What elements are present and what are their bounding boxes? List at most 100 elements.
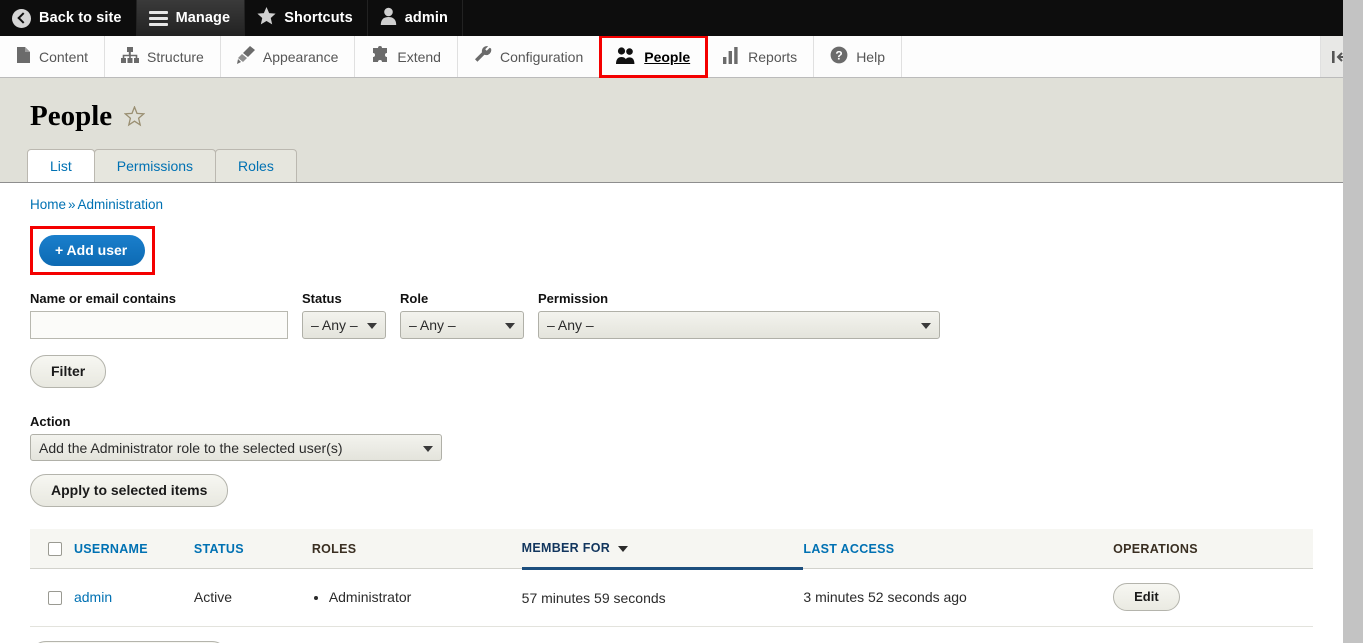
admin-bar-item-shortcuts[interactable]: Shortcuts <box>245 0 368 36</box>
menu-item-label: Configuration <box>499 48 584 65</box>
toolbar-spacer <box>902 36 1321 77</box>
apply-to-selected-items-button-top[interactable]: Apply to selected items <box>30 474 229 507</box>
wrench-icon <box>474 46 492 67</box>
column-operations: OPERATIONS <box>1113 529 1313 569</box>
cell-username: admin <box>73 568 194 627</box>
question-circle-icon: ? <box>830 46 848 67</box>
chevron-down-icon <box>921 323 931 329</box>
cell-operations: Edit <box>1113 568 1313 627</box>
menu-item-label: Reports <box>748 48 798 65</box>
breadcrumb-item-home[interactable]: Home <box>30 197 66 212</box>
status-label: Status <box>302 291 342 306</box>
back-arrow-icon <box>12 8 31 28</box>
column-label: OPERATIONS <box>1113 541 1198 556</box>
name-or-email-field: Name or email contains <box>30 291 288 339</box>
menu-item-appearance[interactable]: Appearance <box>221 36 356 77</box>
table-row: admin Active Administrator 57 minutes 59… <box>30 568 1313 627</box>
menu-item-label: Extend <box>397 48 441 65</box>
page-root: Back to site Manage Shortcuts admin Cont… <box>0 0 1343 643</box>
breadcrumb: Home» Administration <box>30 183 1313 212</box>
column-label: ROLES <box>311 541 357 556</box>
chevron-down-icon <box>367 323 377 329</box>
admin-bar-item-account[interactable]: admin <box>368 0 463 36</box>
permission-select-value: – Any – <box>547 317 594 333</box>
tab-permissions[interactable]: Permissions <box>93 148 217 182</box>
star-outline-icon[interactable] <box>124 106 146 127</box>
name-or-email-input[interactable] <box>30 311 288 339</box>
column-select-all <box>30 529 74 569</box>
menu-item-help[interactable]: ? Help <box>814 36 902 77</box>
select-all-checkbox[interactable] <box>48 541 62 556</box>
menu-item-content[interactable]: Content <box>0 36 106 77</box>
page-title-row: People <box>0 78 1343 149</box>
column-username[interactable]: USERNAME <box>73 529 194 569</box>
filter-button[interactable]: Filter <box>30 355 107 388</box>
name-or-email-label: Name or email contains <box>30 291 176 306</box>
column-status[interactable]: STATUS <box>193 529 312 569</box>
status-select[interactable]: – Any – <box>302 311 386 339</box>
admin-bar-item-back-to-site[interactable]: Back to site <box>0 0 137 36</box>
sort-descending-icon <box>617 545 628 552</box>
users-table: USERNAME STATUS ROLES MEMBER FOR LAST AC… <box>30 529 1313 627</box>
bulk-action-value: Add the Administrator role to the select… <box>39 439 343 456</box>
role-select[interactable]: – Any – <box>400 311 524 339</box>
page-header-zone: People List Permissions Roles <box>0 78 1343 183</box>
column-last-access[interactable]: LAST ACCESS <box>803 529 1114 569</box>
username-link[interactable]: admin <box>74 589 112 605</box>
tab-list[interactable]: List <box>27 148 95 182</box>
collapse-sidebar-icon[interactable] <box>1321 36 1343 77</box>
breadcrumb-item-administration[interactable]: Administration <box>78 197 164 212</box>
row-checkbox[interactable] <box>48 591 62 606</box>
filter-form: Name or email contains Status – Any – Ro… <box>30 291 1313 339</box>
cell-last-access: 3 minutes 52 seconds ago <box>803 568 1114 627</box>
admin-bar-label: Shortcuts <box>284 10 353 26</box>
menu-item-label: Appearance <box>262 48 339 65</box>
menu-item-label: People <box>644 48 691 65</box>
people-icon <box>616 46 636 67</box>
svg-text:?: ? <box>836 49 843 63</box>
edit-button[interactable]: Edit <box>1113 583 1180 611</box>
cell-roles: Administrator <box>311 568 522 627</box>
tab-label: Roles <box>238 157 274 174</box>
tab-label: Permissions <box>116 157 194 174</box>
users-table-head: USERNAME STATUS ROLES MEMBER FOR LAST AC… <box>30 529 1313 570</box>
status-field: Status – Any – <box>302 291 386 339</box>
cell-member-for: 57 minutes 59 seconds <box>521 568 804 627</box>
roles-list: Administrator <box>312 589 522 606</box>
list-item: Administrator <box>329 589 522 606</box>
bulk-action-select[interactable]: Add the Administrator role to the select… <box>30 434 442 461</box>
column-label: MEMBER FOR <box>521 541 611 555</box>
permission-select[interactable]: – Any – <box>538 311 940 339</box>
admin-bar-label: admin <box>404 10 448 26</box>
role-field: Role – Any – <box>400 291 524 339</box>
admin-bar-item-manage[interactable]: Manage <box>136 0 246 36</box>
menu-item-configuration[interactable]: Configuration <box>458 36 601 77</box>
role-label: Role <box>400 291 429 306</box>
column-label: STATUS <box>193 541 244 556</box>
column-label: LAST ACCESS <box>803 541 895 556</box>
menu-item-reports[interactable]: Reports <box>707 36 815 77</box>
column-member-for[interactable]: MEMBER FOR <box>521 529 804 570</box>
chevron-down-icon <box>505 323 515 329</box>
chevron-down-icon <box>423 445 433 452</box>
menu-item-people[interactable]: People <box>599 35 709 78</box>
row-select-cell <box>30 568 74 627</box>
breadcrumb-separator: » <box>68 197 76 212</box>
tab-roles[interactable]: Roles <box>215 148 297 182</box>
menu-item-structure[interactable]: Structure <box>105 36 221 77</box>
puzzle-icon <box>371 46 389 67</box>
star-icon <box>257 7 276 29</box>
permission-label: Permission <box>538 291 609 306</box>
bulk-action-block: Action Add the Administrator role to the… <box>30 414 1313 507</box>
admin-menu-bar: Content Structure Appearance Extend Conf <box>0 35 1343 78</box>
menu-item-extend[interactable]: Extend <box>355 36 458 77</box>
add-user-highlight-box: + Add user <box>30 226 156 275</box>
primary-tabs: List Permissions Roles <box>0 148 1343 182</box>
column-roles: ROLES <box>311 529 522 569</box>
sitemap-icon <box>121 46 140 67</box>
main-content: Home» Administration + Add user Name or e… <box>0 183 1343 643</box>
add-user-button[interactable]: + Add user <box>39 235 146 266</box>
menu-item-label: Content <box>39 48 89 65</box>
role-select-value: – Any – <box>409 317 456 333</box>
admin-toolbar: Back to site Manage Shortcuts admin <box>0 0 1343 36</box>
